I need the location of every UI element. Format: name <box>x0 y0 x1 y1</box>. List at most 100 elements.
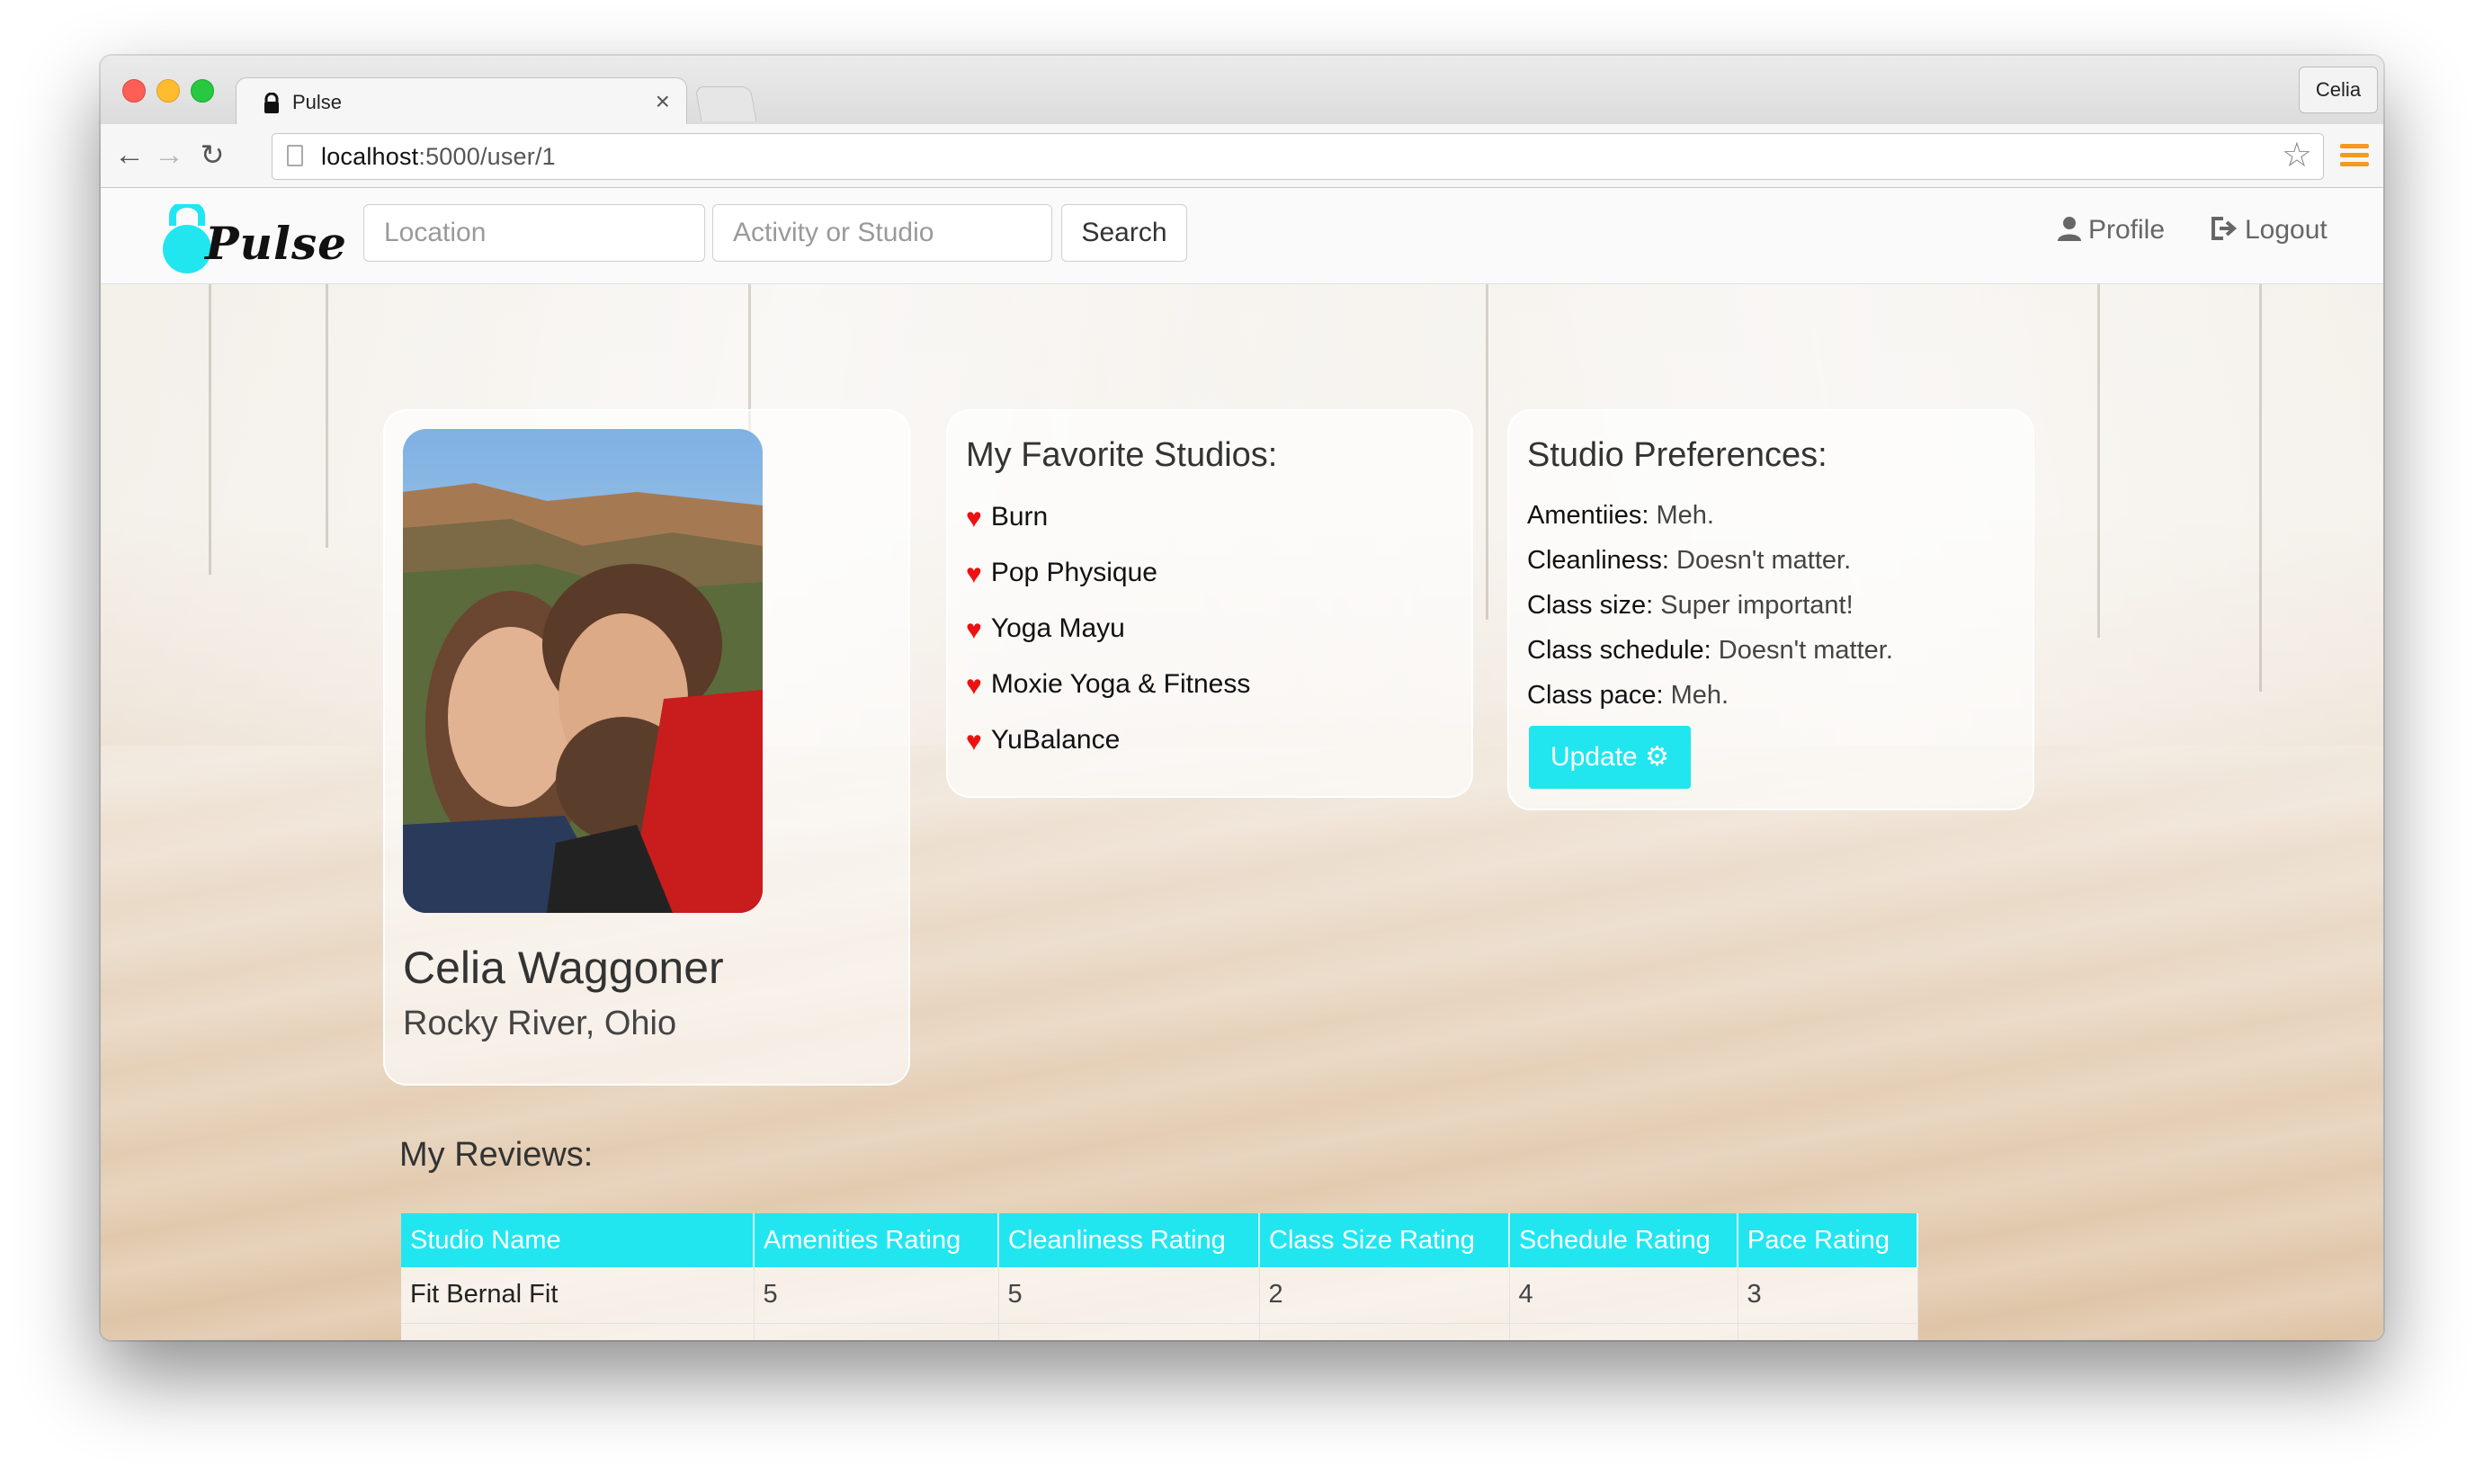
profile-location: Rocky River, Ohio <box>403 1005 677 1042</box>
tab-pulse[interactable]: Pulse × <box>236 77 687 127</box>
preference-value: Super important! <box>1660 591 1854 620</box>
preference-key: Class pace: <box>1527 681 1664 710</box>
review-amenities: 4 <box>754 1323 999 1340</box>
heart-icon: ♥ <box>966 671 982 701</box>
close-window-button[interactable] <box>122 79 146 103</box>
menu-icon[interactable] <box>2340 144 2369 167</box>
preference-key: Amentiies: <box>1527 501 1649 530</box>
heart-icon: ♥ <box>966 727 982 756</box>
review-amenities: 5 <box>754 1267 999 1324</box>
page-viewport: Pulse Search Profile Logout <box>101 188 2383 1340</box>
review-class-size: 2 <box>1259 1267 1510 1324</box>
preference-row: Cleanliness: Doesn't matter. <box>1527 541 1893 586</box>
preference-row: Class pace: Meh. <box>1527 675 1893 720</box>
favorite-studio-item[interactable]: ♥ YuBalance <box>966 719 1250 774</box>
star-icon[interactable]: ☆ <box>2282 138 2312 174</box>
preference-value: Doesn't matter. <box>1718 636 1893 665</box>
profile-link-label: Profile <box>2088 215 2166 245</box>
review-pace: 3 <box>1738 1267 1918 1324</box>
column-header-amenities[interactable]: Amenities Rating <box>754 1213 999 1267</box>
review-class-size: 2 <box>1259 1323 1510 1340</box>
profile-name: Celia Waggoner <box>403 943 724 993</box>
table-row[interactable]: Fit Bernal Fit 5 5 2 4 3 <box>401 1267 1918 1324</box>
favorite-studio-name: Pop Physique <box>990 558 1157 587</box>
activity-input[interactable] <box>712 204 1052 262</box>
favorite-studio-name: Moxie Yoga & Fitness <box>990 669 1251 699</box>
review-cleanliness: 5 <box>998 1323 1260 1340</box>
url-path: :5000/user/1 <box>418 143 556 170</box>
forward-arrow-icon[interactable]: → <box>151 137 187 173</box>
profile-photo <box>403 429 763 913</box>
logout-icon <box>2211 217 2238 240</box>
preference-key: Class size: <box>1527 591 1654 620</box>
preference-key: Cleanliness: <box>1527 546 1669 575</box>
column-header-cleanliness[interactable]: Cleanliness Rating <box>998 1213 1260 1267</box>
logo-text: Pulse <box>205 217 347 270</box>
favorite-studio-item[interactable]: ♥ Pop Physique <box>966 551 1250 607</box>
user-icon <box>2058 217 2081 241</box>
browser-toolbar: ← → ↻ localhost:5000/user/1 ☆ <box>101 124 2383 188</box>
reviews-title: My Reviews: <box>399 1136 594 1174</box>
logout-link-label: Logout <box>2245 215 2328 245</box>
column-header-studio-name[interactable]: Studio Name <box>401 1213 755 1267</box>
review-schedule: 4 <box>1509 1267 1738 1324</box>
profile-link[interactable]: Profile <box>2058 215 2165 246</box>
address-bar[interactable]: localhost:5000/user/1 ☆ <box>272 133 2324 180</box>
preferences-list: Amentiies: Meh. Cleanliness: Doesn't mat… <box>1527 496 1893 720</box>
favorite-studio-name: YuBalance <box>990 725 1121 755</box>
favorite-studio-item[interactable]: ♥ Yoga Mayu <box>966 607 1250 663</box>
favorite-studio-item[interactable]: ♥ Burn <box>966 496 1250 551</box>
preference-row: Class size: Super important! <box>1527 586 1893 630</box>
tab-bar: Pulse × Celia <box>101 56 2383 127</box>
column-header-class-size[interactable]: Class Size Rating <box>1259 1213 1510 1267</box>
heart-icon: ♥ <box>966 559 982 589</box>
favorites-list: ♥ Burn ♥ Pop Physique ♥ Yoga Mayu ♥ Moxie Yo… <box>966 496 1250 774</box>
search-button[interactable]: Search <box>1061 204 1187 262</box>
favorite-studios-card: My Favorite Studios: ♥ Burn ♥ Pop Physique… <box>946 409 1473 798</box>
table-row[interactable]: Yoga Tree Valencia 4 5 2 5 3 <box>401 1323 1918 1340</box>
update-label: Update <box>1550 742 1638 772</box>
gear-icon: ⚙ <box>1645 742 1669 772</box>
preference-value: Meh. <box>1656 501 1714 530</box>
reviews-header-row: Studio Name Amenities Rating Cleanliness… <box>401 1213 1918 1267</box>
review-schedule: 5 <box>1509 1323 1738 1340</box>
review-cleanliness: 5 <box>998 1267 1260 1324</box>
preference-key: Class schedule: <box>1527 636 1711 665</box>
zoom-window-button[interactable] <box>191 79 214 103</box>
profile-card: Celia Waggoner Rocky River, Ohio <box>383 409 910 1086</box>
reviews-table: Studio Name Amenities Rating Cleanliness… <box>401 1213 1918 1340</box>
lock-icon <box>264 93 279 113</box>
new-tab-button[interactable] <box>694 86 757 121</box>
review-studio-name: Fit Bernal Fit <box>401 1267 755 1324</box>
logout-link[interactable]: Logout <box>2211 215 2328 246</box>
tab-close-icon[interactable]: × <box>656 87 670 116</box>
minimize-window-button[interactable] <box>156 79 180 103</box>
preference-row: Class schedule: Doesn't matter. <box>1527 630 1893 675</box>
tab-title: Pulse <box>292 91 343 113</box>
review-studio-name: Yoga Tree Valencia <box>401 1323 755 1340</box>
favorite-studio-item[interactable]: ♥ Moxie Yoga & Fitness <box>966 663 1250 719</box>
browser-window: Pulse × Celia ← → ↻ localhost:5000/user/… <box>101 56 2383 1340</box>
favorite-studio-name: Burn <box>990 502 1049 532</box>
heart-icon: ♥ <box>966 504 982 533</box>
heart-icon: ♥ <box>966 615 982 645</box>
preferences-title: Studio Preferences: <box>1527 436 1827 474</box>
reload-icon[interactable]: ↻ <box>194 137 230 173</box>
studio-preferences-card: Studio Preferences: Amentiies: Meh. Clea… <box>1507 409 2034 810</box>
location-input[interactable] <box>363 204 705 262</box>
preference-row: Amentiies: Meh. <box>1527 496 1893 541</box>
favorites-title: My Favorite Studios: <box>966 436 1278 474</box>
url-text[interactable]: localhost:5000/user/1 <box>321 143 556 171</box>
back-arrow-icon[interactable]: ← <box>112 137 147 173</box>
preference-value: Meh. <box>1670 681 1729 710</box>
page-icon <box>287 145 303 166</box>
update-preferences-button[interactable]: Update ⚙ <box>1529 726 1691 789</box>
column-header-schedule[interactable]: Schedule Rating <box>1509 1213 1738 1267</box>
url-host: localhost <box>321 143 419 170</box>
review-pace: 3 <box>1738 1323 1918 1340</box>
profile-chip[interactable]: Celia <box>2299 67 2378 113</box>
pulse-logo[interactable]: Pulse <box>160 204 346 276</box>
column-header-pace[interactable]: Pace Rating <box>1738 1213 1918 1267</box>
favorite-studio-name: Yoga Mayu <box>990 613 1125 643</box>
preference-value: Doesn't matter. <box>1676 546 1852 575</box>
